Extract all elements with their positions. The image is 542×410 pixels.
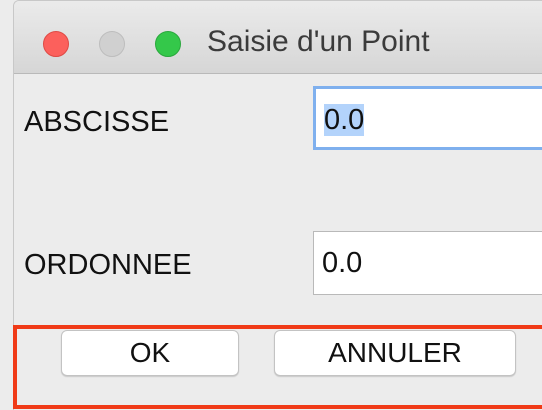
ordonnee-input-value: 0.0 bbox=[322, 247, 363, 279]
abscisse-label: ABSCISSE bbox=[24, 106, 170, 138]
close-window-button[interactable] bbox=[43, 31, 69, 57]
abscisse-input[interactable]: 0.0 bbox=[313, 86, 542, 150]
ok-button[interactable]: OK bbox=[61, 330, 239, 376]
title-bar[interactable]: Saisie d'un Point bbox=[14, 1, 542, 74]
zoom-window-button[interactable] bbox=[155, 31, 181, 57]
ordonnee-label: ORDONNEE bbox=[24, 249, 192, 281]
minimize-window-button[interactable] bbox=[99, 31, 125, 57]
abscisse-input-value: 0.0 bbox=[324, 104, 365, 136]
window-title: Saisie d'un Point bbox=[207, 25, 430, 58]
cancel-button[interactable]: ANNULER bbox=[274, 330, 516, 376]
ordonnee-input[interactable]: 0.0 bbox=[313, 231, 542, 295]
